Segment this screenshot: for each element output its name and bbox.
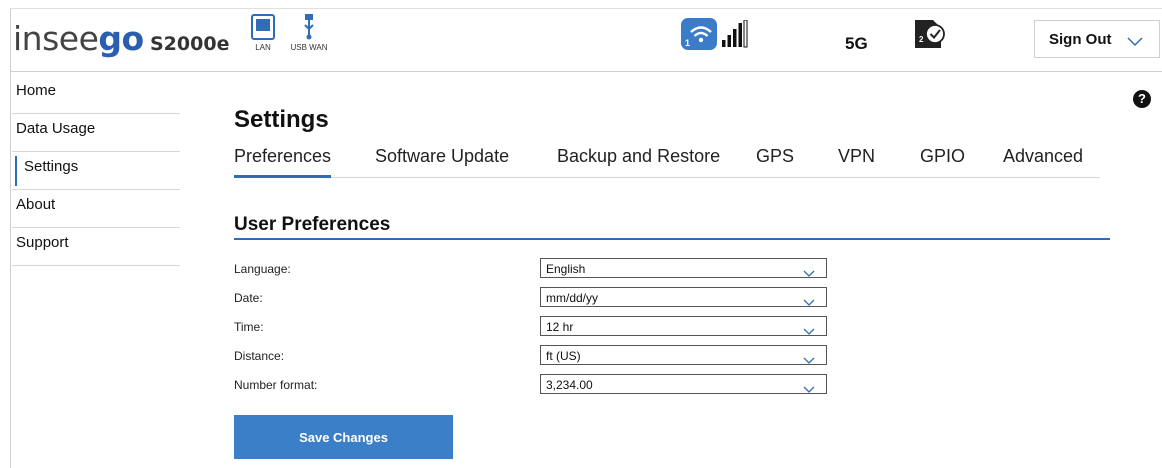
sidebar-item-label: Settings	[24, 158, 79, 175]
sidebar-item-settings[interactable]: Settings	[12, 152, 180, 190]
tab-gps[interactable]: GPS	[756, 146, 794, 178]
tab-vpn[interactable]: VPN	[838, 146, 875, 178]
date-select[interactable]: mm/dd/yy	[540, 287, 827, 307]
sidebar-item-label: Data Usage	[16, 120, 96, 137]
sign-out-button[interactable]: Sign Out	[1034, 20, 1160, 58]
sidebar-item-label: Home	[16, 82, 57, 99]
device-model: S2000e	[150, 33, 230, 55]
language-value: English	[546, 262, 586, 276]
chevron-down-icon	[803, 265, 815, 283]
chevron-down-icon	[803, 323, 815, 341]
brand-logo: inseego	[13, 19, 144, 58]
save-changes-button[interactable]: Save Changes	[234, 415, 453, 459]
number-format-label: Number format:	[234, 378, 318, 392]
distance-select[interactable]: ft (US)	[540, 345, 827, 365]
tab-backup-and-restore[interactable]: Backup and Restore	[557, 146, 720, 178]
time-label: Time:	[234, 320, 264, 334]
usb-wan-status: USB WAN	[286, 14, 332, 52]
frame-top-border	[10, 8, 1162, 9]
tab-preferences[interactable]: Preferences	[234, 146, 332, 178]
wifi-status-icon: 1	[681, 18, 717, 50]
sim-status-icon: 2	[913, 18, 949, 55]
usb-wan-label: USB WAN	[290, 43, 328, 52]
distance-value: ft (US)	[546, 349, 581, 363]
top-header: inseego S2000e LAN USB WAN 1 5G 2 Sign O…	[0, 0, 1162, 468]
language-select[interactable]: English	[540, 258, 827, 278]
sidebar-nav: Home Data Usage Settings About Support	[12, 76, 180, 266]
lan-icon	[251, 14, 275, 40]
language-label: Language:	[234, 262, 291, 276]
network-type: 5G	[845, 34, 868, 53]
sidebar-item-label: Support	[16, 234, 69, 251]
tab-software-update[interactable]: Software Update	[375, 146, 509, 178]
section-divider	[234, 238, 1110, 240]
date-value: mm/dd/yy	[546, 291, 599, 305]
header-divider	[10, 71, 1162, 72]
signal-strength-icon	[722, 19, 748, 53]
sidebar-item-support[interactable]: Support	[12, 228, 180, 266]
usb-icon	[302, 14, 316, 40]
frame-left-border	[10, 8, 11, 468]
section-title: User Preferences	[234, 214, 391, 235]
tab-gpio[interactable]: GPIO	[920, 146, 965, 178]
sign-out-label: Sign Out	[1049, 30, 1112, 48]
chevron-down-icon	[803, 352, 815, 370]
chevron-down-icon	[803, 294, 815, 312]
lan-port-status: LAN	[248, 14, 278, 52]
chevron-down-icon	[803, 381, 815, 399]
sidebar-item-data-usage[interactable]: Data Usage	[12, 114, 180, 152]
lan-label: LAN	[255, 43, 271, 52]
wifi-band-number: 1	[685, 38, 691, 48]
number-format-value: 3,234.00	[546, 378, 593, 392]
sidebar-item-about[interactable]: About	[12, 190, 180, 228]
time-value: 12 hr	[546, 320, 574, 334]
number-format-select[interactable]: 3,234.00	[540, 374, 827, 394]
distance-label: Distance:	[234, 349, 285, 363]
sidebar-item-home[interactable]: Home	[12, 76, 180, 114]
date-label: Date:	[234, 291, 263, 305]
sim-slot-number: 2	[919, 35, 924, 44]
tab-advanced[interactable]: Advanced	[1003, 146, 1083, 178]
sidebar-item-label: About	[16, 196, 56, 213]
help-icon[interactable]: ?	[1133, 90, 1151, 108]
chevron-down-icon	[1127, 34, 1143, 52]
time-select[interactable]: 12 hr	[540, 316, 827, 336]
page-title: Settings	[234, 106, 329, 133]
settings-tabs: Preferences Software Update Backup and R…	[234, 146, 1100, 178]
